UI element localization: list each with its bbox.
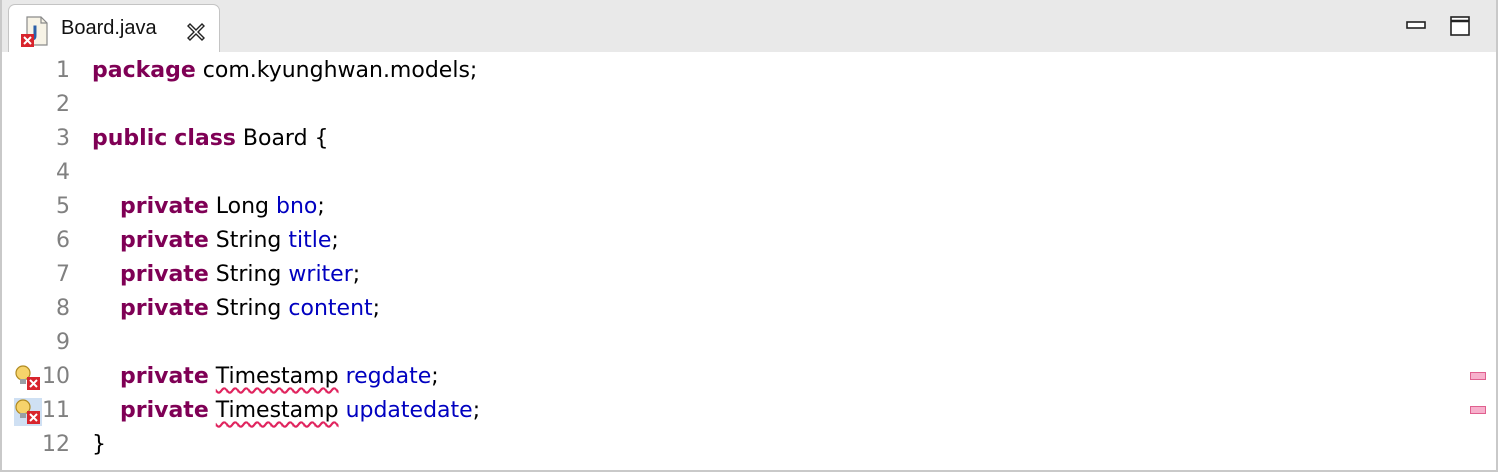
- code-token: ;: [431, 364, 439, 389]
- code-text: public class Board {: [92, 122, 329, 156]
- code-line[interactable]: 6 private String title;: [2, 224, 1496, 258]
- code-token: ;: [317, 194, 325, 219]
- line-number: 5: [56, 194, 70, 219]
- line-number: 6: [56, 228, 70, 253]
- maximize-icon[interactable]: [1448, 14, 1472, 38]
- code-area[interactable]: 1 package com.kyunghwan.models; 2 3 public c…: [2, 52, 1496, 468]
- tab-board-java[interactable]: J Board.java: [8, 4, 220, 53]
- field-token: title: [288, 228, 332, 253]
- field-token: content: [288, 296, 373, 321]
- code-token: ;: [472, 398, 481, 423]
- code-line[interactable]: 9: [2, 326, 1496, 360]
- code-token: ;: [372, 296, 381, 321]
- code-text: private Timestamp updatedate;: [92, 394, 480, 428]
- code-token: }: [92, 432, 106, 457]
- code-text: package com.kyunghwan.models;: [92, 54, 477, 88]
- field-token: updatedate: [345, 398, 473, 423]
- error-marker[interactable]: [1470, 372, 1486, 380]
- code-line[interactable]: 11 private Timestamp updatedate;: [2, 394, 1496, 428]
- java-file-error-icon: J: [21, 16, 48, 47]
- keyword-token: private: [119, 228, 209, 253]
- line-number: 8: [56, 296, 70, 321]
- code-text: private Timestamp regdate;: [92, 360, 439, 394]
- minimize-icon[interactable]: [1404, 14, 1428, 38]
- line-number: 9: [56, 330, 70, 355]
- code-line[interactable]: 2: [2, 88, 1496, 122]
- code-text: }: [92, 428, 106, 462]
- line-number: 11: [42, 398, 70, 423]
- error-marker[interactable]: [1470, 406, 1486, 414]
- line-number: 2: [56, 92, 70, 117]
- keyword-token: private: [119, 398, 209, 423]
- code-token: com.kyunghwan.models;: [195, 58, 478, 83]
- keyword-token: package: [92, 58, 196, 83]
- keyword-token: class: [174, 126, 236, 151]
- code-text: private String title;: [92, 224, 339, 258]
- code-line[interactable]: 5 private Long bno;: [2, 190, 1496, 224]
- line-number: 7: [56, 262, 70, 287]
- code-text: private Long bno;: [92, 190, 325, 224]
- java-editor: J Board.java 1 package com.kyunghwan.mode…: [0, 0, 1498, 472]
- error-token: Timestamp: [215, 398, 339, 423]
- code-line[interactable]: 10 private Timestamp regdate;: [2, 360, 1496, 394]
- code-token: String: [208, 228, 289, 253]
- code-token: ;: [331, 228, 339, 253]
- code-line[interactable]: 4: [2, 156, 1496, 190]
- editor-tab-bar: J Board.java: [2, 0, 1496, 53]
- line-number: 4: [56, 160, 70, 185]
- line-number: 10: [42, 364, 70, 389]
- code-line[interactable]: 7 private String writer;: [2, 258, 1496, 292]
- code-text: private String content;: [92, 292, 380, 326]
- keyword-token: private: [119, 296, 209, 321]
- code-token: Long: [208, 194, 276, 219]
- code-token: ;: [352, 262, 361, 287]
- line-number: 1: [56, 58, 70, 83]
- error-token: Timestamp: [215, 364, 339, 389]
- close-icon[interactable]: [185, 21, 207, 43]
- code-token: String: [208, 262, 289, 287]
- keyword-token: private: [119, 194, 209, 219]
- tab-label: Board.java: [61, 17, 157, 39]
- code-line[interactable]: 12}: [2, 428, 1496, 462]
- code-line[interactable]: 8 private String content;: [2, 292, 1496, 326]
- line-number: 12: [42, 432, 70, 457]
- field-token: regdate: [345, 364, 432, 389]
- field-token: bno: [275, 194, 318, 219]
- keyword-token: private: [119, 262, 209, 287]
- code-line[interactable]: 1 package com.kyunghwan.models;: [2, 54, 1496, 88]
- code-line[interactable]: 3 public class Board {: [2, 122, 1496, 156]
- code-text: private String writer;: [92, 258, 360, 292]
- code-token: String: [208, 296, 289, 321]
- keyword-token: private: [119, 364, 209, 389]
- field-token: writer: [288, 262, 353, 287]
- line-number: 3: [56, 126, 70, 151]
- keyword-token: public: [92, 126, 168, 151]
- code-token: Board {: [235, 126, 329, 151]
